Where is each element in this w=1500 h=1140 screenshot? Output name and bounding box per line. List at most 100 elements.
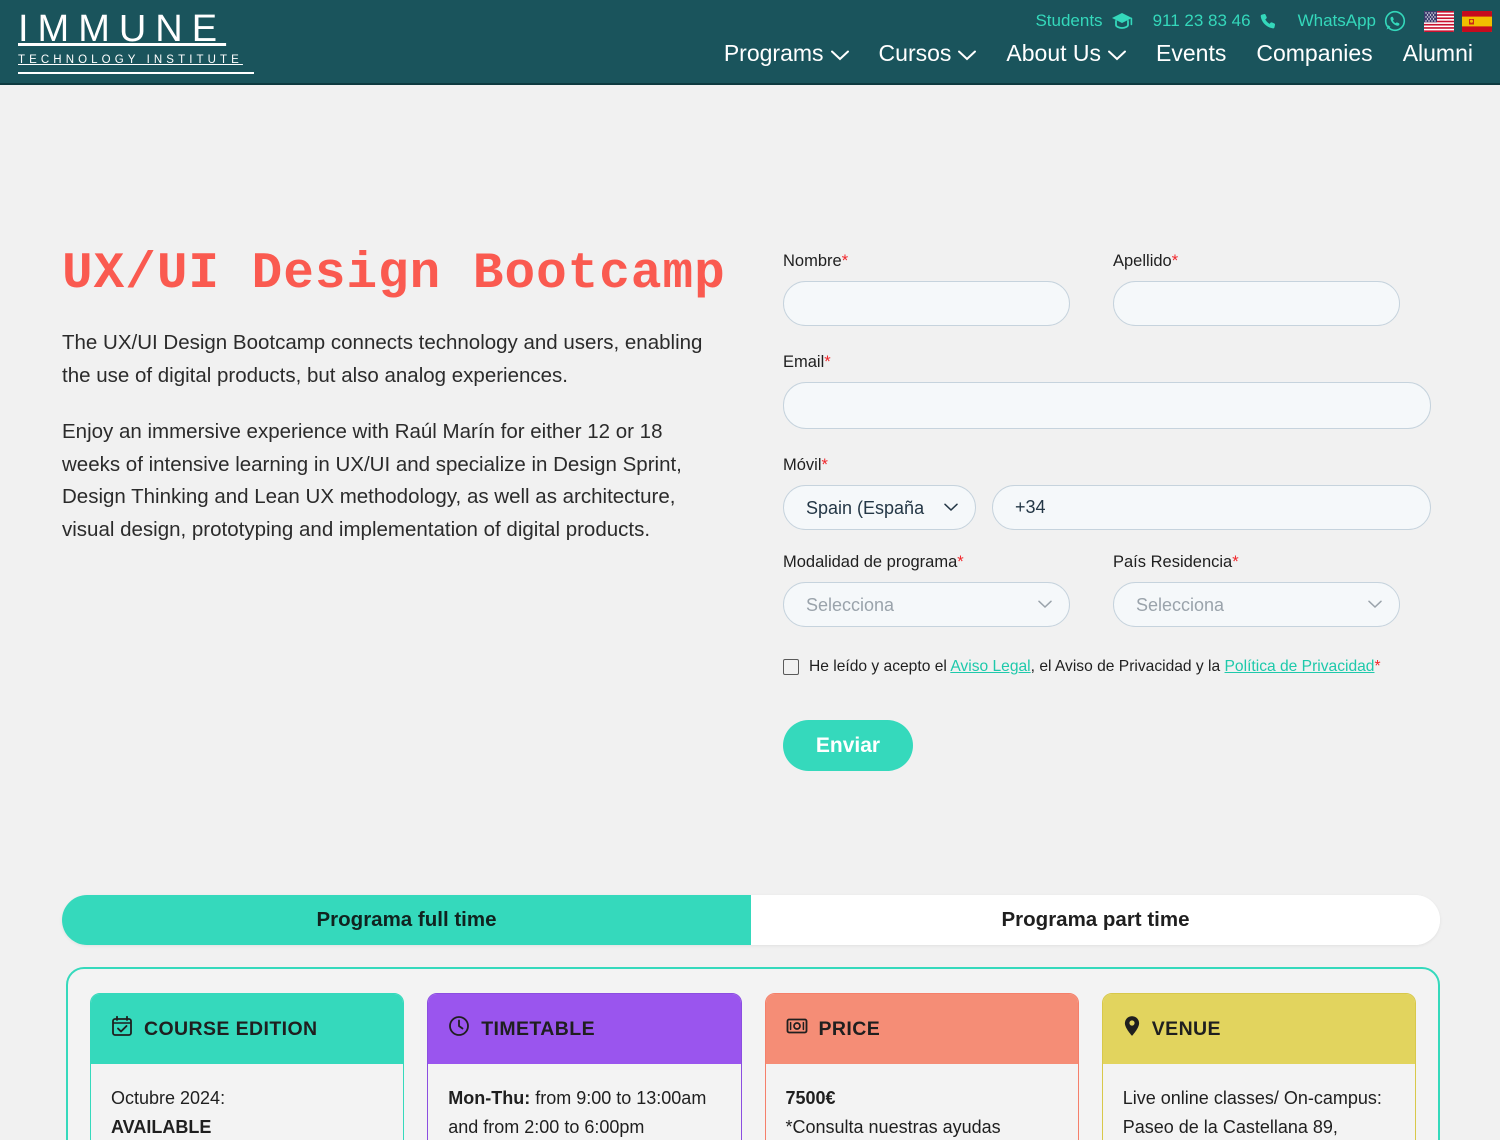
- movil-row: Spain (España: [783, 485, 1431, 530]
- form-row-selects: Modalidad de programa* Selecciona País R…: [783, 552, 1431, 627]
- card-timetable-body: Mon-Thu: from 9:00 to 13:00am and from 2…: [428, 1064, 740, 1140]
- card-venue: VENUE Live online classes/ On-campus: Pa…: [1101, 993, 1416, 1140]
- logo[interactable]: IMMUNE TECHNOLOGY INSTITUTE: [18, 8, 254, 74]
- card-venue-title: VENUE: [1151, 1017, 1221, 1040]
- course-edition-date: Octubre 2024:: [111, 1088, 226, 1108]
- apellido-input[interactable]: [1113, 281, 1400, 326]
- logo-wordmark: IMMUNE: [18, 8, 227, 50]
- lead-form: Nombre* Apellido* Email* Móvil* Spain (E…: [783, 251, 1431, 771]
- required-marker: *: [841, 252, 849, 270]
- field-modalidad: Modalidad de programa* Selecciona: [783, 552, 1070, 627]
- card-price-title: PRICE: [818, 1017, 881, 1040]
- nav-item-programs[interactable]: Programs: [709, 40, 864, 67]
- tab-programa-part-time[interactable]: Programa part time: [751, 895, 1440, 945]
- card-price: PRICE 7500€ *Consulta nuestras ayudas ec…: [764, 993, 1079, 1140]
- required-marker: *: [821, 456, 828, 474]
- hero-paragraph-2: Enjoy an immersive experience with Raúl …: [62, 420, 682, 541]
- tab-programa-full-time[interactable]: Programa full time: [62, 895, 751, 945]
- whatsapp-label: WhatsApp: [1297, 11, 1376, 30]
- email-input[interactable]: [783, 382, 1431, 429]
- header-utility-bar: Students 911 23 83 46 WhatsApp: [1025, 10, 1492, 32]
- flag-es[interactable]: [1454, 10, 1492, 32]
- nav-label-alumni: Alumni: [1402, 40, 1473, 66]
- label-apellido: Apellido*: [1113, 251, 1400, 271]
- politica-privacidad-link[interactable]: Política de Privacidad: [1225, 658, 1375, 675]
- card-timetable-header: TIMETABLE: [428, 994, 741, 1064]
- legal-consent-checkbox[interactable]: [783, 659, 799, 675]
- field-email: Email*: [783, 352, 1431, 429]
- required-marker: *: [1232, 553, 1239, 571]
- card-venue-body: Live online classes/ On-campus: Paseo de…: [1103, 1064, 1415, 1140]
- card-course-edition: COURSE EDITION Octubre 2024: AVAILABLE: [90, 993, 405, 1140]
- country-code-select-wrap: Spain (España: [783, 485, 976, 530]
- form-row-name: Nombre* Apellido*: [783, 251, 1431, 326]
- program-details-panel: COURSE EDITION Octubre 2024: AVAILABLE T…: [66, 967, 1440, 1140]
- students-link[interactable]: Students: [1025, 11, 1142, 31]
- legal-consent-row: He leído y acepto el Aviso Legal, el Avi…: [783, 657, 1431, 677]
- course-edition-status: AVAILABLE: [111, 1117, 212, 1137]
- logo-tagline: TECHNOLOGY INSTITUTE: [18, 54, 243, 66]
- phone-icon: [1259, 12, 1278, 31]
- price-amount: 7500€: [785, 1088, 836, 1108]
- site-header: IMMUNE TECHNOLOGY INSTITUTE Students 911…: [0, 0, 1500, 85]
- required-marker: *: [957, 553, 964, 571]
- label-modalidad-text: Modalidad de programa: [783, 553, 958, 571]
- field-nombre: Nombre*: [783, 251, 1070, 326]
- logo-underline: [18, 72, 254, 74]
- whatsapp-link[interactable]: WhatsApp: [1288, 10, 1416, 32]
- nombre-input[interactable]: [783, 281, 1070, 326]
- country-code-select[interactable]: Spain (España: [783, 485, 976, 530]
- card-course-edition-header: COURSE EDITION: [91, 994, 404, 1064]
- pais-select[interactable]: Selecciona: [1113, 582, 1400, 627]
- chevron-down-icon: [830, 40, 849, 67]
- nav-label-cursos: Cursos: [878, 40, 952, 66]
- label-email: Email*: [783, 352, 1431, 372]
- modalidad-select-wrap: Selecciona: [783, 582, 1070, 627]
- flag-us-icon: [1424, 10, 1454, 32]
- page-title: UX/UI Design Bootcamp: [62, 246, 726, 303]
- price-note: *Consulta nuestras ayudas económicas dis…: [785, 1117, 1001, 1137]
- legal-text-before: He leído y acepto el: [809, 658, 951, 675]
- calendar-check-icon: [111, 1015, 133, 1043]
- aviso-legal-link[interactable]: Aviso Legal: [950, 658, 1030, 675]
- label-email-text: Email: [783, 353, 825, 371]
- phone-link[interactable]: 911 23 83 46: [1143, 11, 1288, 31]
- whatsapp-icon: [1384, 10, 1406, 32]
- students-label: Students: [1035, 11, 1103, 30]
- required-marker: *: [1171, 252, 1179, 270]
- venue-location: Live online classes/ On-campus: Paseo de…: [1122, 1088, 1382, 1137]
- card-timetable: TIMETABLE Mon-Thu: from 9:00 to 13:00am …: [427, 993, 742, 1140]
- legal-text-middle: , el Aviso de Privacidad y la: [1030, 658, 1225, 675]
- modalidad-select[interactable]: Selecciona: [783, 582, 1070, 627]
- nav-item-cursos[interactable]: Cursos: [864, 40, 992, 67]
- nav-item-alumni[interactable]: Alumni: [1388, 40, 1488, 67]
- main-navigation: Programs Cursos About Us Events Companie…: [709, 40, 1488, 67]
- nav-label-events: Events: [1156, 40, 1227, 66]
- label-modalidad: Modalidad de programa*: [783, 552, 1070, 572]
- label-apellido-text: Apellido: [1113, 252, 1172, 270]
- nav-item-about-us[interactable]: About Us: [991, 40, 1141, 67]
- legal-consent-text: He leído y acepto el Aviso Legal, el Avi…: [809, 657, 1381, 677]
- timetable-line-1: Mon-Thu: from 9:00 to 13:00am and from 2…: [448, 1084, 720, 1140]
- required-marker: *: [1374, 658, 1381, 675]
- label-nombre: Nombre*: [783, 251, 1070, 271]
- nav-label-companies: Companies: [1256, 40, 1373, 66]
- phone-input[interactable]: [992, 485, 1431, 530]
- submit-button[interactable]: Enviar: [783, 720, 913, 771]
- card-price-body: 7500€ *Consulta nuestras ayudas económic…: [766, 1064, 1078, 1140]
- label-movil-text: Móvil: [783, 456, 822, 474]
- nav-label-programs: Programs: [723, 40, 824, 66]
- program-tabs: Programa full time Programa part time: [62, 895, 1440, 945]
- flag-es-icon: [1462, 10, 1492, 32]
- flag-us[interactable]: [1416, 10, 1454, 32]
- nav-item-companies[interactable]: Companies: [1241, 40, 1387, 67]
- chevron-down-icon: [958, 40, 977, 67]
- pais-select-wrap: Selecciona: [1113, 582, 1400, 627]
- phone-number-label: 911 23 83 46: [1152, 11, 1251, 30]
- chevron-down-icon: [1108, 40, 1127, 67]
- hero-section: UX/UI Design Bootcamp The UX/UI Design B…: [62, 245, 726, 546]
- nav-item-events[interactable]: Events: [1141, 40, 1241, 67]
